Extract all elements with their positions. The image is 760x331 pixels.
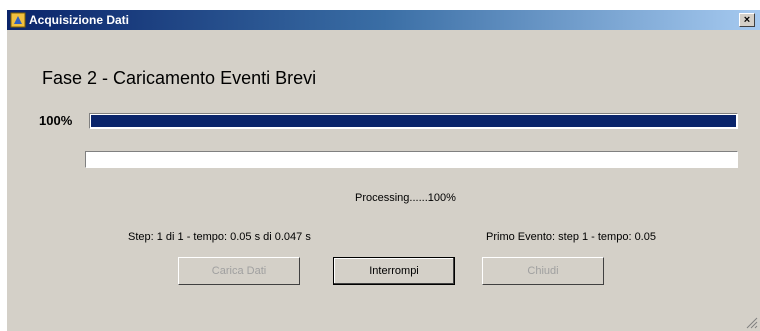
chiudi-button[interactable]: Chiudi: [482, 257, 604, 285]
phase-title: Fase 2 - Caricamento Eventi Brevi: [42, 68, 317, 88]
title-bar[interactable]: Acquisizione Dati ×: [7, 10, 760, 30]
close-button[interactable]: ×: [739, 13, 755, 27]
progress-percent-label: 100%: [39, 113, 73, 128]
window-title: Acquisizione Dati: [29, 13, 130, 27]
primo-evento-status: Primo Evento: step 1 - tempo: 0.05: [486, 231, 656, 243]
secondary-progress-bar: [85, 151, 738, 168]
main-progress-bar: [89, 113, 738, 129]
carica-dati-button[interactable]: Carica Dati: [178, 257, 300, 285]
resize-grip-icon[interactable]: [746, 317, 758, 329]
processing-status: Processing......100%: [355, 192, 456, 204]
step-status: Step: 1 di 1 - tempo: 0.05 s di 0.047 s: [128, 231, 311, 243]
close-icon: ×: [743, 14, 751, 26]
dialog-window: Acquisizione Dati × Fase 2 - Caricamento…: [7, 10, 760, 331]
interrompi-button[interactable]: Interrompi: [333, 257, 455, 285]
main-progress-fill: [91, 115, 736, 127]
app-icon: [10, 12, 26, 28]
